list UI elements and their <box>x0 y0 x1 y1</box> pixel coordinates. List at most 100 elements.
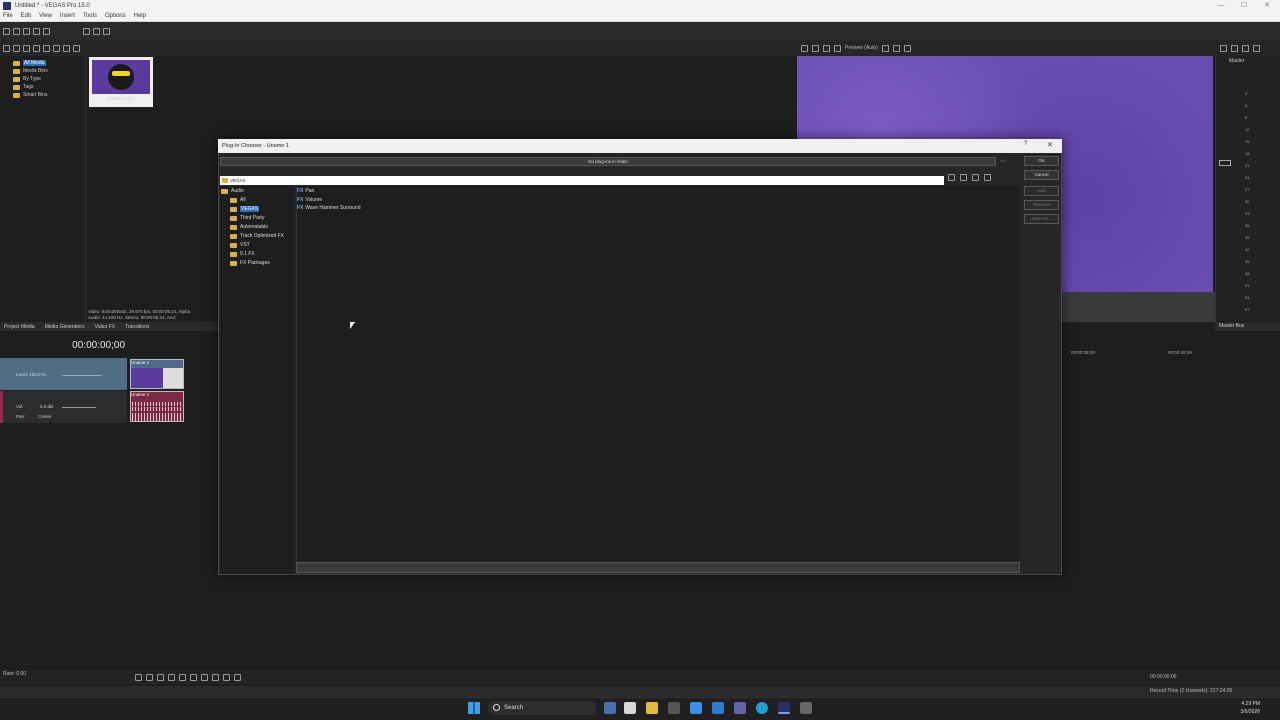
plugin-item-pan[interactable]: FX Pan <box>297 187 314 195</box>
copilot-icon[interactable] <box>690 702 702 714</box>
import-media-icon[interactable] <box>3 44 10 52</box>
up-folder-icon[interactable] <box>948 174 955 181</box>
tree-node-third-party[interactable]: Third Party <box>230 214 264 222</box>
remove-media-icon[interactable] <box>33 44 40 52</box>
insert-bus-icon[interactable] <box>1231 44 1238 52</box>
properties-icon[interactable] <box>43 27 50 35</box>
tree-node-audio[interactable]: Audio <box>221 187 244 195</box>
tab-media-generators[interactable]: Media Generators <box>45 324 85 330</box>
tree-item-by-type[interactable]: By Type <box>0 75 85 83</box>
ok-button[interactable]: OK <box>1024 156 1059 166</box>
split-screen-icon[interactable] <box>834 44 841 52</box>
undo-icon[interactable] <box>83 27 90 35</box>
tree-node-fx-packages[interactable]: FX Packages <box>230 259 270 267</box>
pause-icon[interactable] <box>179 673 186 681</box>
outlook-icon[interactable] <box>712 702 724 714</box>
zoom-icon[interactable] <box>73 44 80 52</box>
copy-snapshot-icon[interactable] <box>892 44 900 52</box>
app-icon[interactable] <box>800 702 812 714</box>
menu-insert[interactable]: Insert <box>60 13 75 19</box>
media-fx-icon[interactable] <box>43 44 50 52</box>
teams-icon[interactable] <box>734 702 746 714</box>
views-icon[interactable] <box>63 44 70 52</box>
stop-icon[interactable] <box>190 673 197 681</box>
tab-transitions[interactable]: Transitions <box>125 324 149 330</box>
view-icon[interactable] <box>984 174 991 181</box>
play-from-start-icon[interactable] <box>168 673 175 681</box>
close-icon[interactable]: ✕ <box>1045 141 1055 149</box>
preview-settings-icon[interactable] <box>801 44 808 52</box>
menu-file[interactable]: File <box>3 13 13 19</box>
windows-start-icon[interactable] <box>468 702 480 714</box>
tree-node-automatable[interactable]: Automatable <box>230 223 268 231</box>
tree-node-all[interactable]: All <box>230 196 246 204</box>
tree-node-vst[interactable]: VST <box>230 241 250 249</box>
save-as-button[interactable]: Save As... <box>1024 214 1059 224</box>
new-icon[interactable] <box>3 27 10 35</box>
chain-move-arrows[interactable]: ◂ ▸ <box>1000 158 1006 164</box>
edge-icon[interactable] <box>756 702 768 714</box>
tree-node-5-1-fx[interactable]: 5.1 FX <box>230 250 255 258</box>
help-icon[interactable]: ? <box>1024 141 1032 147</box>
capture-icon[interactable] <box>13 44 20 52</box>
master-fader-handle[interactable] <box>1219 160 1231 166</box>
vegas-taskbar-icon[interactable] <box>778 702 790 714</box>
render-icon[interactable] <box>103 27 110 35</box>
menu-help[interactable]: Help <box>134 13 146 19</box>
save-icon[interactable] <box>23 27 30 35</box>
minimize-button[interactable]: — <box>1210 0 1232 11</box>
plugin-item-wave-hammer-surround[interactable]: FX Wave Hammer Surround <box>297 204 361 212</box>
file-explorer-icon[interactable] <box>646 702 658 714</box>
level-slider[interactable] <box>62 375 102 376</box>
close-window-button[interactable]: ✕ <box>1256 0 1278 11</box>
preview-quality[interactable]: Preview (Auto) <box>845 45 878 51</box>
add-button[interactable]: Add <box>1024 186 1059 196</box>
maximize-button[interactable]: ☐ <box>1233 0 1255 11</box>
store-icon[interactable] <box>624 702 636 714</box>
refresh-icon[interactable] <box>960 174 967 181</box>
plugin-item-volume[interactable]: FX Volume <box>297 196 322 204</box>
task-view-icon[interactable] <box>604 702 616 714</box>
get-media-icon[interactable] <box>23 44 30 52</box>
play-media-icon[interactable] <box>53 44 60 52</box>
redo-icon[interactable] <box>93 27 100 35</box>
taskbar-clock[interactable]: 4:29 PM 3/6/2026 <box>1224 700 1260 716</box>
volume-slider[interactable] <box>62 407 96 408</box>
taskbar-search[interactable]: Search <box>488 701 596 715</box>
menu-edit[interactable]: Edit <box>21 13 31 19</box>
open-icon[interactable] <box>13 27 20 35</box>
master-bus-tab[interactable]: Master Bus <box>1215 322 1280 331</box>
filter-icon[interactable] <box>972 174 979 181</box>
tree-node-track-optimized-fx[interactable]: Track Optimized FX <box>230 232 284 240</box>
preview-device-icon[interactable] <box>812 44 819 52</box>
video-fx-icon[interactable] <box>823 44 830 52</box>
play-icon[interactable] <box>157 673 164 681</box>
insert-fx-icon[interactable] <box>1242 44 1249 52</box>
save-as-icon[interactable] <box>33 27 40 35</box>
plugin-list-scrollbar[interactable] <box>296 562 1020 573</box>
tree-item-all-media[interactable]: All Media <box>0 59 85 67</box>
record-icon[interactable] <box>135 673 142 681</box>
overlays-icon[interactable] <box>881 44 889 52</box>
downmix-icon[interactable] <box>1253 44 1260 52</box>
menu-view[interactable]: View <box>39 13 52 19</box>
save-snapshot-icon[interactable] <box>903 44 911 52</box>
remove-button[interactable]: Remove <box>1024 200 1059 210</box>
tree-item-tags[interactable]: Tags <box>0 83 85 91</box>
tab-project-media[interactable]: Project Media <box>4 324 35 330</box>
tree-item-media-bins[interactable]: Media Bins <box>0 67 85 75</box>
prev-frame-icon[interactable] <box>223 673 230 681</box>
app-icon[interactable] <box>668 702 680 714</box>
tree-node-vegas[interactable]: VEGAS <box>230 205 260 213</box>
tree-item-smart-bins[interactable]: Smart Bins <box>0 91 85 99</box>
path-field[interactable]: VEGAS <box>220 176 944 185</box>
loop-icon[interactable] <box>146 673 153 681</box>
cancel-button[interactable]: Cancel <box>1024 170 1059 180</box>
go-to-end-icon[interactable] <box>212 673 219 681</box>
next-frame-icon[interactable] <box>234 673 241 681</box>
tab-video-fx[interactable]: Video FX <box>95 324 115 330</box>
menu-options[interactable]: Options <box>105 13 126 19</box>
go-to-start-icon[interactable] <box>201 673 208 681</box>
mixer-settings-icon[interactable] <box>1220 44 1227 52</box>
menu-tools[interactable]: Tools <box>83 13 97 19</box>
